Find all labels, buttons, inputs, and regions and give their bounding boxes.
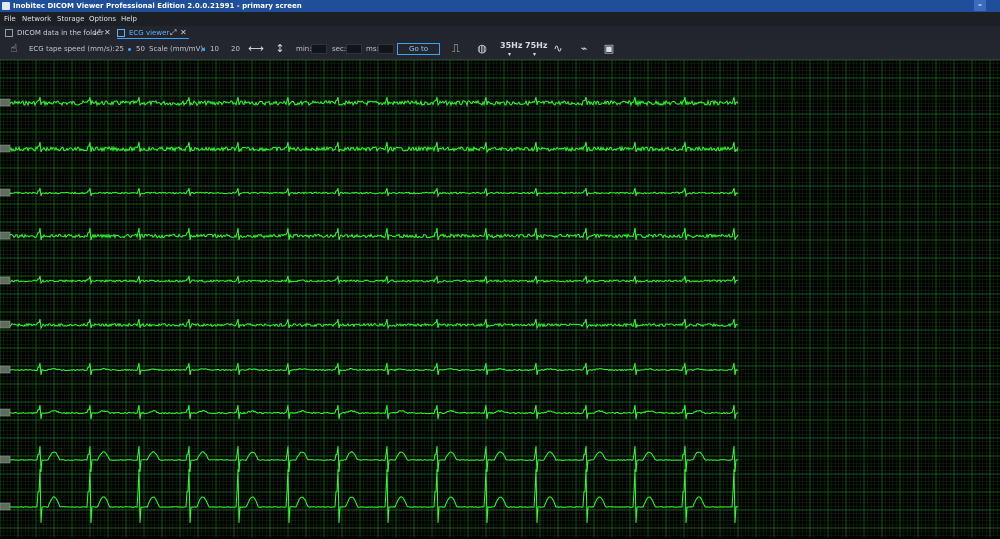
menu-file[interactable]: File <box>4 14 16 24</box>
expand-icon[interactable]: ⤢ <box>94 27 100 39</box>
menu-storage[interactable]: Storage <box>57 14 84 24</box>
ecg-grid-svg <box>0 59 1000 537</box>
filter-35hz-icon[interactable]: 35Hz ▾ <box>500 41 523 58</box>
tape-speed-25[interactable]: 25 <box>115 44 124 54</box>
sec-input[interactable] <box>346 44 362 54</box>
scale-20[interactable]: 20 <box>231 44 240 54</box>
ecg-toolbar: ☝ ECG tape speed (mm/s): 25 50 Scale (mm… <box>0 39 1000 60</box>
lead-marker-III <box>0 188 11 197</box>
tape-speed-50[interactable]: 50 <box>136 44 145 54</box>
ms-input[interactable] <box>378 44 394 54</box>
lead-marker-aVL <box>0 276 11 285</box>
sec-label: sec: <box>332 45 347 53</box>
grid-icon <box>117 29 125 37</box>
lead-marker-V3 <box>0 455 11 464</box>
ms-label: ms: <box>366 45 379 53</box>
measure-icon[interactable]: ▣ <box>600 41 618 57</box>
tab-label: DICOM data in the folder <box>17 29 104 37</box>
dropdown-arrow-icon: ▾ <box>533 51 537 58</box>
lead-marker-aVR <box>0 231 11 240</box>
tab-bar: DICOM data in the folder ⤢ ✕ ECG viewer … <box>0 26 1000 40</box>
goto-button[interactable]: Go to <box>397 43 440 55</box>
filter-75hz-icon[interactable]: 75Hz ▾ <box>525 41 548 58</box>
lead-marker-V2 <box>0 408 11 417</box>
hand-cursor-icon[interactable]: ☝ <box>6 41 22 57</box>
calibration-pulse-icon[interactable]: ⎍ <box>448 41 464 57</box>
tab-dicom-folder[interactable]: DICOM data in the folder ⤢ ✕ <box>5 27 111 39</box>
min-input[interactable] <box>311 44 327 54</box>
app-icon <box>2 2 10 10</box>
minimize-button[interactable]: – <box>974 0 986 11</box>
vertical-stretch-icon[interactable]: ↕ <box>273 41 287 57</box>
ecg-background <box>0 60 1000 537</box>
ecg-canvas[interactable] <box>0 59 1000 537</box>
lead-marker-V1 <box>0 365 11 374</box>
folder-icon <box>5 29 13 37</box>
menu-help[interactable]: Help <box>121 14 137 24</box>
tape-speed-radio-icon[interactable] <box>128 48 131 51</box>
lead-marker-II <box>0 144 11 153</box>
scale-10[interactable]: 10 <box>210 44 219 54</box>
filter-75hz-label: 75Hz <box>525 41 548 50</box>
horizontal-stretch-icon[interactable]: ⟷ <box>246 41 266 57</box>
lead-marker-aVF <box>0 320 11 329</box>
scale-label: Scale (mm/mV): <box>149 45 206 53</box>
filter-35hz-label: 35Hz <box>500 41 523 50</box>
window-title: Inobitec DICOM Viewer Professional Editi… <box>13 2 302 10</box>
palette-icon[interactable]: ◍ <box>472 41 492 57</box>
noise-filter-icon[interactable]: ⌁ <box>574 41 594 57</box>
scale-radio-icon[interactable] <box>202 48 205 51</box>
tape-speed-label: ECG tape speed (mm/s): <box>29 45 115 53</box>
close-icon[interactable]: ✕ <box>104 27 111 39</box>
menu-bar: File Network Storage Options Help <box>0 12 1000 26</box>
title-bar: Inobitec DICOM Viewer Professional Editi… <box>0 0 1000 12</box>
menu-network[interactable]: Network <box>22 14 51 24</box>
lead-marker-V4 <box>0 502 11 511</box>
menu-options[interactable]: Options <box>89 14 116 24</box>
lead-marker-I <box>0 98 11 107</box>
min-label: min: <box>296 45 312 53</box>
baseline-filter-icon[interactable]: ∿ <box>548 41 568 57</box>
dropdown-arrow-icon: ▾ <box>508 51 512 58</box>
